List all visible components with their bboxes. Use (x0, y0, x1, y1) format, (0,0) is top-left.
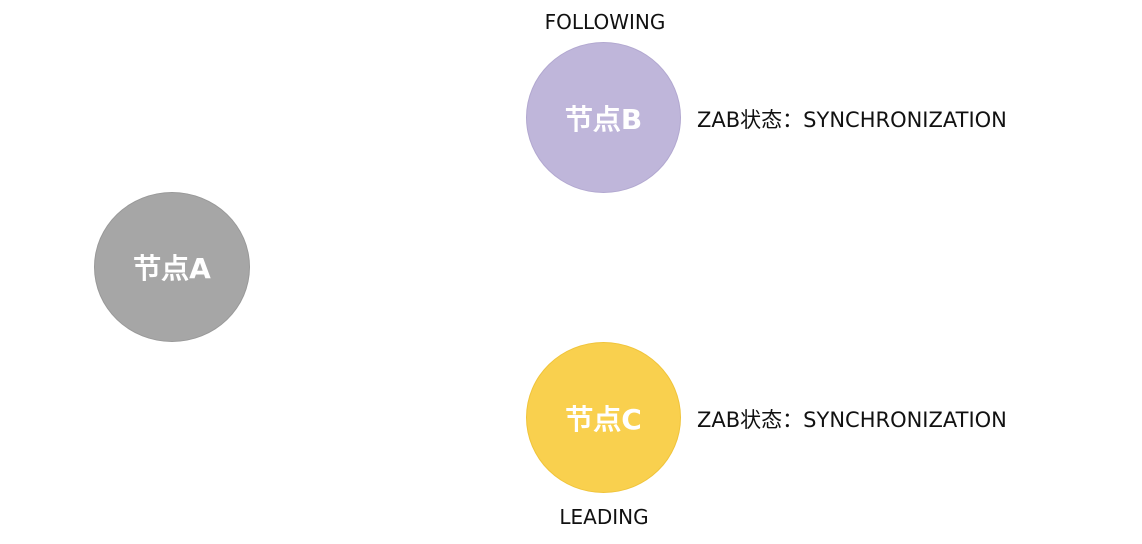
node-c-role-label: LEADING (559, 505, 649, 529)
node-c-zab-state: ZAB状态：SYNCHRONIZATION (697, 408, 1007, 432)
node-b-role-label: FOLLOWING (544, 10, 666, 34)
node-b-circle: 节点B (526, 42, 681, 193)
node-a-circle: 节点A (94, 192, 250, 342)
node-c-label: 节点C (565, 402, 642, 436)
node-c-circle: 节点C (526, 342, 681, 493)
node-b-label: 节点B (564, 102, 643, 136)
node-b-zab-state: ZAB状态：SYNCHRONIZATION (697, 108, 1007, 132)
node-a-label: 节点A (133, 252, 211, 285)
